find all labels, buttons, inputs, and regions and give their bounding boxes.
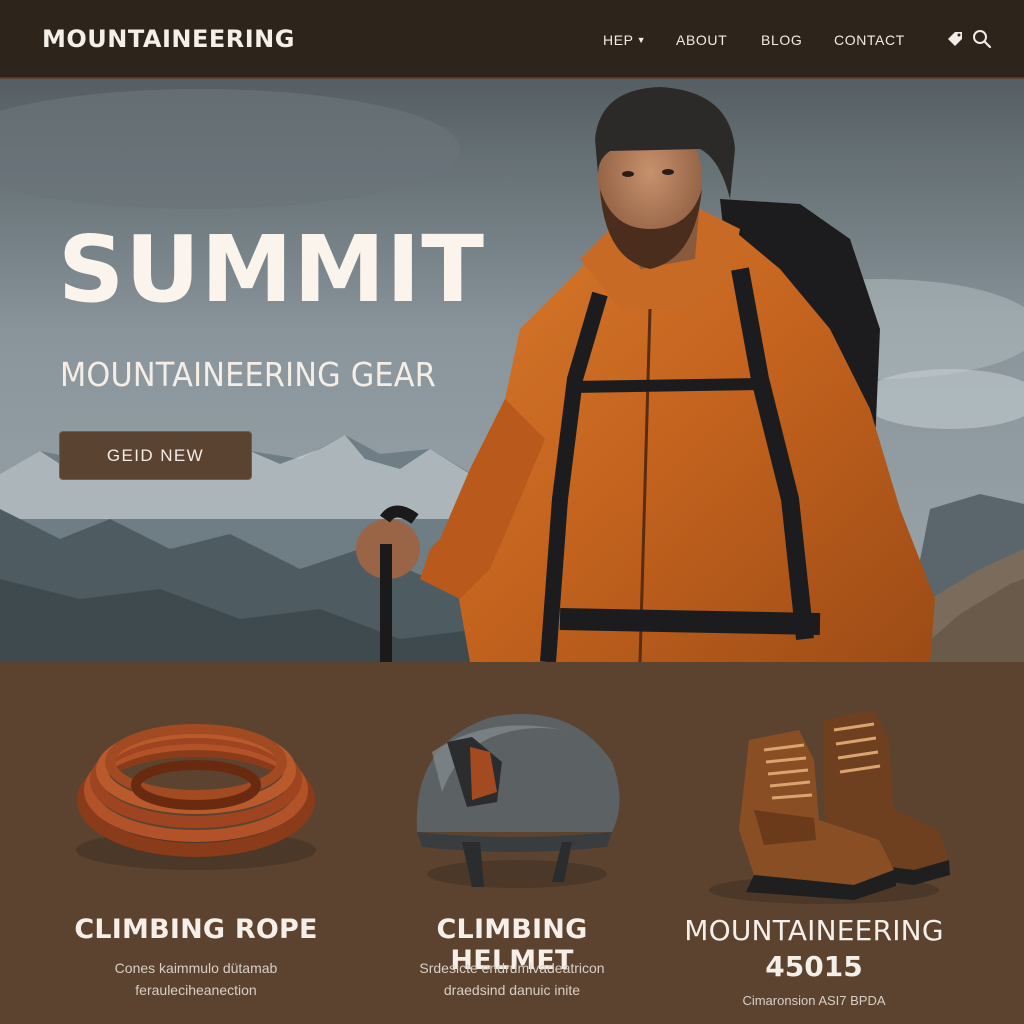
hero-cta-button[interactable]: GEID NEW [59,431,252,480]
hero-title: SUMMIT [58,216,486,323]
product-description: Cimaronsion ASI7 BPDA [742,993,886,1008]
chevron-down-icon: ▼ [636,35,647,45]
nav-item-blog[interactable]: BLOG [761,32,802,48]
product-description-line: Cones kaimmulo dütamab [114,960,278,976]
product-price: 45015 [765,950,863,983]
product-card-boots[interactable]: MOUNTAINEERING 45015 Cimaronsion ASI7 BP… [674,662,954,1024]
main-nav: HEP ▼ ABOUT BLOG CONTACT [0,32,1024,52]
product-name[interactable]: MOUNTAINEERING [674,914,954,947]
product-card-rope[interactable]: CLIMBING ROPE Cones kaimmulo dütamab fer… [56,662,336,1024]
boots-icon [709,710,950,904]
rope-icon [76,724,316,870]
nav-item-hep[interactable]: HEP ▼ [603,32,646,48]
helmet-icon [416,714,620,888]
product-description-line: draedsind danuic inite [443,982,581,998]
site-header: MOUNTAINEERING HEP ▼ ABOUT BLOG CONTACT [0,0,1024,78]
product-description-line: Srdesicte endrumivadeatricon [419,960,605,976]
hero-banner: SUMMIT MOUNTAINEERING GEAR GEID NEW [0,79,1024,662]
nav-item-contact[interactable]: CONTACT [834,32,905,48]
product-card-helmet[interactable]: CLIMBING HELMET Srdesicte endrumivadeatr… [372,662,652,1024]
product-description-line: ferauleciheanection [135,982,257,998]
product-grid: CLIMBING ROPE Cones kaimmulo dütamab fer… [0,662,1024,1024]
hero-subtitle: MOUNTAINEERING GEAR [60,355,437,394]
nav-item-about[interactable]: ABOUT [676,32,727,48]
tag-icon[interactable] [944,28,966,50]
product-description: Srdesicte endrumivadeatricon draedsind d… [372,957,652,1001]
product-description: Cones kaimmulo dütamab ferauleciheanecti… [56,957,336,1001]
search-icon[interactable] [971,28,993,50]
product-name[interactable]: CLIMBING ROPE [56,914,336,945]
nav-item-hep-label: HEP [603,32,634,48]
